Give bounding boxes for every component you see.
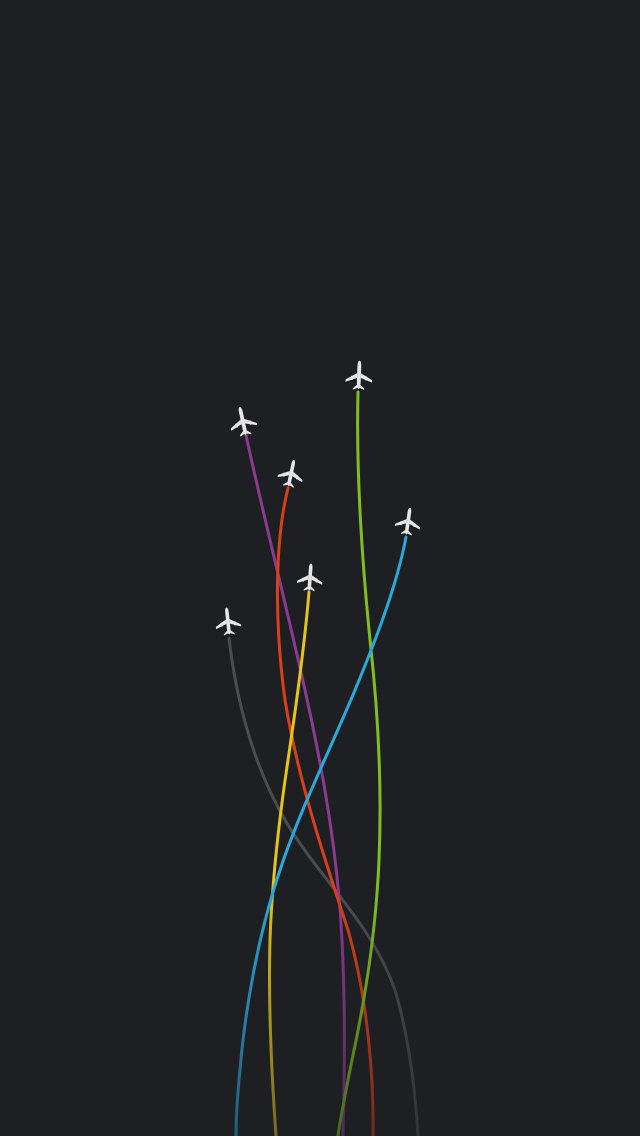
bottom-fade bbox=[0, 0, 640, 1136]
wallpaper-scene bbox=[0, 0, 640, 1136]
